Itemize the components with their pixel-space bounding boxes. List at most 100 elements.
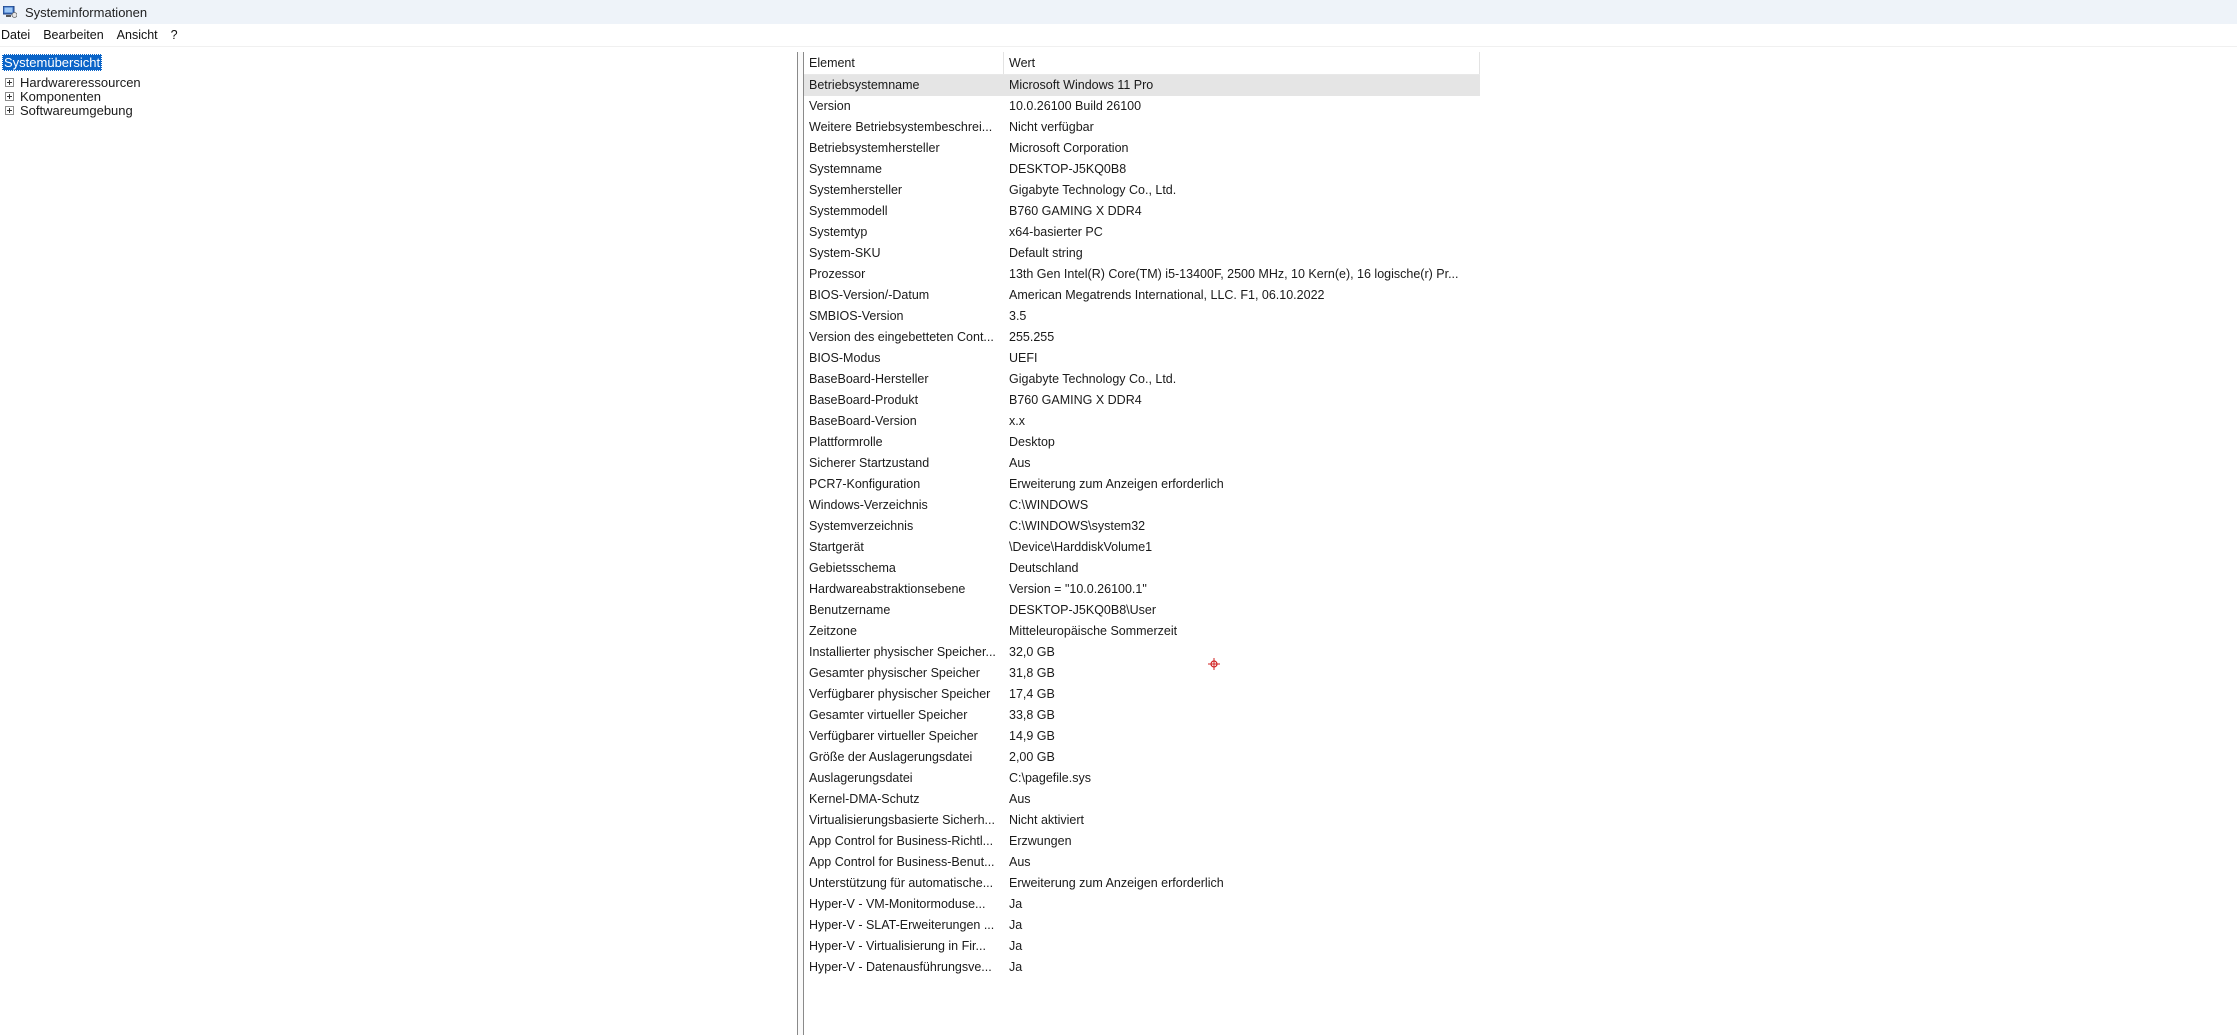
table-row[interactable]: Systemtyp x64-basierter PC — [804, 222, 1480, 243]
table-row[interactable]: Hyper-V - Datenausführungsve... Ja — [804, 957, 1480, 978]
cell-value: Ja — [1009, 918, 1023, 932]
cell-element: Unterstützung für automatische... — [809, 876, 994, 890]
cell-element: BIOS-Version/-Datum — [809, 288, 930, 302]
table-row[interactable]: Benutzername DESKTOP-J5KQ0B8\User — [804, 600, 1480, 621]
table-row[interactable]: Systemname DESKTOP-J5KQ0B8 — [804, 159, 1480, 180]
cell-element: App Control for Business-Richtl... — [809, 834, 994, 848]
menu-bearbeiten[interactable]: Bearbeiten — [43, 28, 110, 42]
title-bar: Systeminformationen — [0, 0, 2237, 24]
cell-value: B760 GAMING X DDR4 — [1009, 393, 1142, 407]
cell-value: Ja — [1009, 897, 1023, 911]
table-row[interactable]: Installierter physischer Speicher... 32,0… — [804, 642, 1480, 663]
table-row[interactable]: Systemmodell B760 GAMING X DDR4 — [804, 201, 1480, 222]
expand-icon[interactable] — [5, 77, 14, 87]
table-row[interactable]: Größe der Auslagerungsdatei 2,00 GB — [804, 747, 1480, 768]
table-row[interactable]: Version des eingebetteten Cont... 255.255 — [804, 327, 1480, 348]
cell-element: Systemtyp — [809, 225, 868, 239]
tree-item-systemuebersicht[interactable]: Systemübersicht — [2, 54, 103, 71]
table-row[interactable]: Hardwareabstraktionsebene Version = "10.0… — [804, 579, 1480, 600]
table-row[interactable]: Startgerät \Device\HarddiskVolume1 — [804, 537, 1480, 558]
expand-icon[interactable] — [5, 91, 14, 101]
table-row[interactable]: Unterstützung für automatische... Erweite… — [804, 873, 1480, 894]
pane-splitter[interactable] — [797, 52, 804, 1035]
tree-item-label: Softwareumgebung — [20, 102, 133, 118]
cell-element: Auslagerungsdatei — [809, 771, 913, 785]
table-row[interactable]: PCR7-Konfiguration Erweiterung zum Anzeig… — [804, 474, 1480, 495]
cell-value: DESKTOP-J5KQ0B8 — [1009, 162, 1127, 176]
table-row[interactable]: Systemhersteller Gigabyte Technology Co.,… — [804, 180, 1480, 201]
cell-value: Aus — [1009, 456, 1031, 470]
cell-value: x.x — [1009, 414, 1025, 428]
table-row[interactable]: Weitere Betriebsystembeschrei... Nicht ve… — [804, 117, 1480, 138]
cell-element: Verfügbarer physischer Speicher — [809, 687, 991, 701]
column-header-element[interactable]: Element — [804, 52, 1004, 74]
cell-element: Plattformrolle — [809, 435, 883, 449]
cell-element: Hyper-V - Virtualisierung in Fir... — [809, 939, 986, 953]
cell-value: 31,8 GB — [1009, 666, 1055, 680]
table-row[interactable]: Gesamter physischer Speicher 31,8 GB — [804, 663, 1480, 684]
cell-element: Kernel-DMA-Schutz — [809, 792, 920, 806]
expand-icon[interactable] — [5, 105, 14, 115]
table-row[interactable]: Kernel-DMA-Schutz Aus — [804, 789, 1480, 810]
table-row[interactable]: Gesamter virtueller Speicher 33,8 GB — [804, 705, 1480, 726]
table-row[interactable]: Zeitzone Mitteleuropäische Sommerzeit — [804, 621, 1480, 642]
cell-value: C:\WINDOWS\system32 — [1009, 519, 1146, 533]
cell-value: Erzwungen — [1009, 834, 1072, 848]
cell-value: 10.0.26100 Build 26100 — [1009, 99, 1142, 113]
cell-value: Version = "10.0.26100.1" — [1009, 582, 1147, 596]
table-row[interactable]: Prozessor 13th Gen Intel(R) Core(TM) i5-1… — [804, 264, 1480, 285]
cell-value: Erweiterung zum Anzeigen erforderlich — [1009, 477, 1224, 491]
table-row[interactable]: App Control for Business-Richtl... Erzwun… — [804, 831, 1480, 852]
cell-value: 32,0 GB — [1009, 645, 1055, 659]
table-row[interactable]: BIOS-Modus UEFI — [804, 348, 1480, 369]
table-row[interactable]: App Control for Business-Benut... Aus — [804, 852, 1480, 873]
cell-element: Version — [809, 99, 851, 113]
cell-element: Gesamter physischer Speicher — [809, 666, 980, 680]
table-row[interactable]: Plattformrolle Desktop — [804, 432, 1480, 453]
table-row[interactable]: Systemverzeichnis C:\WINDOWS\system32 — [804, 516, 1480, 537]
menu-help[interactable]: ? — [171, 28, 185, 42]
table-row[interactable]: Betriebsystemname Microsoft Windows 11 Pr… — [804, 75, 1480, 96]
move-cursor-icon — [1208, 658, 1220, 670]
table-row[interactable]: Auslagerungsdatei C:\pagefile.sys — [804, 768, 1480, 789]
table-row[interactable]: SMBIOS-Version 3.5 — [804, 306, 1480, 327]
cell-element: Systemmodell — [809, 204, 888, 218]
cell-element: Virtualisierungsbasierte Sicherh... — [809, 813, 995, 827]
cell-element: Systemname — [809, 162, 882, 176]
table-row[interactable]: Virtualisierungsbasierte Sicherh... Nicht… — [804, 810, 1480, 831]
table-row[interactable]: BaseBoard-Hersteller Gigabyte Technology … — [804, 369, 1480, 390]
table-row[interactable]: System-SKU Default string — [804, 243, 1480, 264]
cell-element: Zeitzone — [809, 624, 857, 638]
table-row[interactable]: Gebietsschema Deutschland — [804, 558, 1480, 579]
menu-ansicht[interactable]: Ansicht — [117, 28, 165, 42]
table-row[interactable]: Betriebsystemhersteller Microsoft Corpora… — [804, 138, 1480, 159]
cell-value: Mitteleuropäische Sommerzeit — [1009, 624, 1178, 638]
table-row[interactable]: Hyper-V - Virtualisierung in Fir... Ja — [804, 936, 1480, 957]
cell-element: Hyper-V - SLAT-Erweiterungen ... — [809, 918, 995, 932]
cell-element: Weitere Betriebsystembeschrei... — [809, 120, 993, 134]
details-list: Element Wert Betriebsystemname Microsoft … — [804, 52, 2237, 1035]
table-row[interactable]: Hyper-V - SLAT-Erweiterungen ... Ja — [804, 915, 1480, 936]
menu-datei[interactable]: Datei — [1, 28, 37, 42]
table-row[interactable]: BIOS-Version/-Datum American Megatrends I… — [804, 285, 1480, 306]
table-row[interactable]: Hyper-V - VM-Monitormoduse... Ja — [804, 894, 1480, 915]
cell-value: C:\pagefile.sys — [1009, 771, 1091, 785]
cell-value: Ja — [1009, 939, 1023, 953]
table-row[interactable]: Version 10.0.26100 Build 26100 — [804, 96, 1480, 117]
table-row[interactable]: BaseBoard-Produkt B760 GAMING X DDR4 — [804, 390, 1480, 411]
table-row[interactable]: Verfügbarer physischer Speicher 17,4 GB — [804, 684, 1480, 705]
cell-element: PCR7-Konfiguration — [809, 477, 921, 491]
table-row[interactable]: Verfügbarer virtueller Speicher 14,9 GB — [804, 726, 1480, 747]
cell-value: 13th Gen Intel(R) Core(TM) i5-13400F, 25… — [1009, 267, 1459, 281]
table-row[interactable]: Windows-Verzeichnis C:\WINDOWS — [804, 495, 1480, 516]
table-body: Betriebsystemname Microsoft Windows 11 Pr… — [804, 75, 1480, 978]
table-row[interactable]: BaseBoard-Version x.x — [804, 411, 1480, 432]
table-row[interactable]: Sicherer Startzustand Aus — [804, 453, 1480, 474]
cell-value: Deutschland — [1009, 561, 1079, 575]
cell-value: 33,8 GB — [1009, 708, 1055, 722]
cell-element: Hyper-V - VM-Monitormoduse... — [809, 897, 986, 911]
cell-element: Betriebsystemhersteller — [809, 141, 940, 155]
column-header-wert[interactable]: Wert — [1004, 52, 1480, 74]
tree-item-softwareumgebung[interactable]: Softwareumgebung — [5, 101, 133, 119]
cell-value: Nicht verfügbar — [1009, 120, 1094, 134]
